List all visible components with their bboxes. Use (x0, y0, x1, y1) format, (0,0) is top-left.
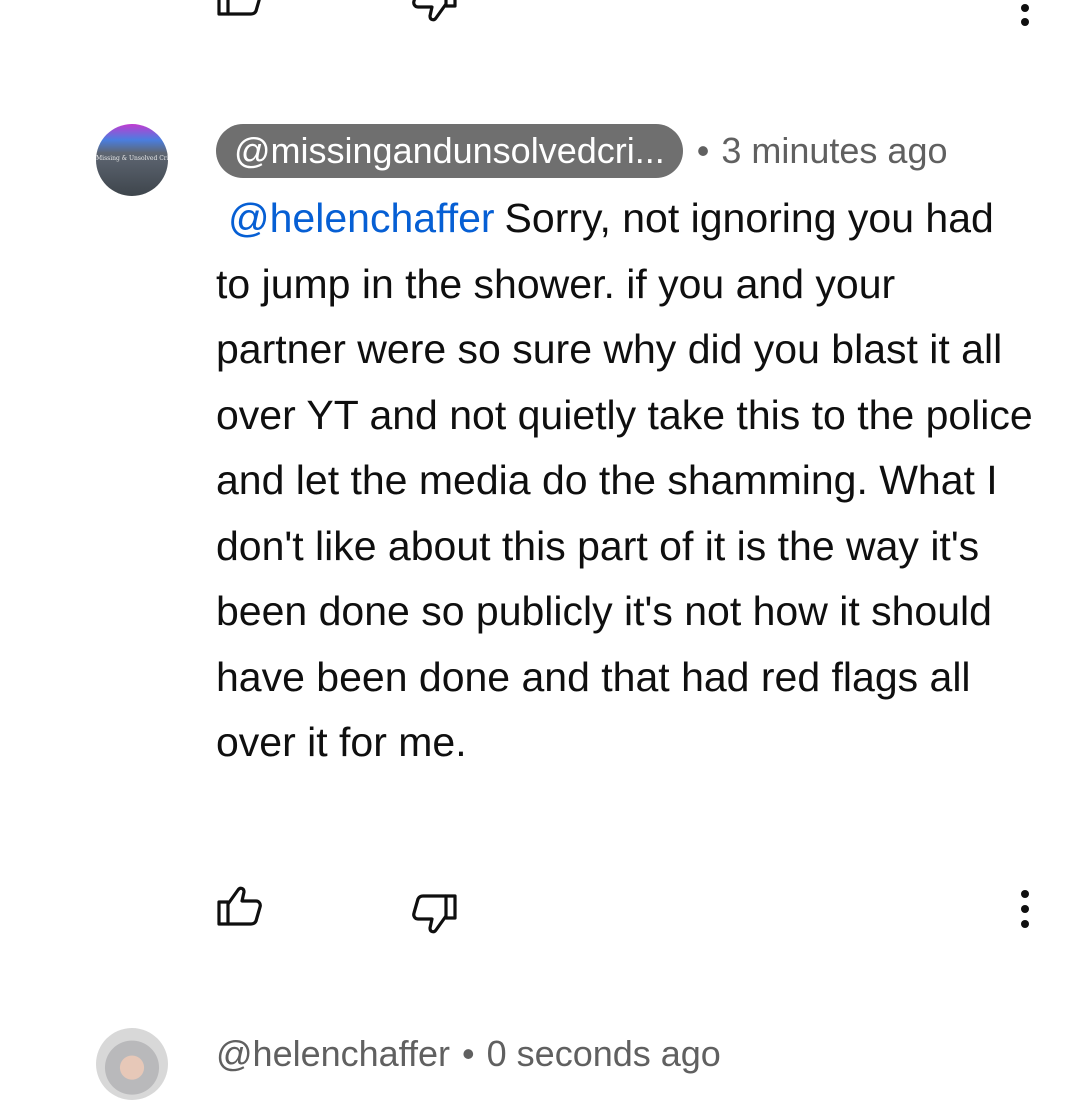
comment-header: @missingandunsolvedcri... • 3 minutes ag… (216, 124, 948, 178)
mention-link[interactable]: @helenchaffer (228, 195, 495, 241)
comment-time: 0 seconds ago (486, 1033, 721, 1074)
avatar[interactable] (96, 1028, 168, 1100)
more-vertical-icon[interactable] (1016, 0, 1034, 26)
more-vertical-icon[interactable] (1016, 890, 1034, 928)
comment-separator: • (696, 130, 710, 171)
thumbs-down-icon[interactable] (410, 0, 458, 24)
avatar[interactable]: Missing & Unsolved Crime (96, 124, 168, 196)
comment-header: @helenchaffer • 0 seconds ago (216, 1028, 721, 1080)
author-handle-chip[interactable]: @missingandunsolvedcri... (216, 124, 683, 178)
comment-time: 3 minutes ago (721, 130, 948, 171)
author-handle[interactable]: @helenchaffer (216, 1033, 450, 1075)
thumbs-up-icon[interactable] (216, 0, 264, 18)
comment-separator: • (462, 1033, 475, 1074)
thumbs-up-icon[interactable] (216, 884, 264, 928)
comment-body-text: Sorry, not ignoring you had to jump in t… (216, 195, 1033, 765)
avatar-logo-text: Missing & Unsolved Crime (96, 155, 168, 162)
comment-text: @helenchaffer Sorry, not ignoring you had… (216, 186, 1036, 776)
thumbs-down-icon[interactable] (410, 892, 458, 936)
